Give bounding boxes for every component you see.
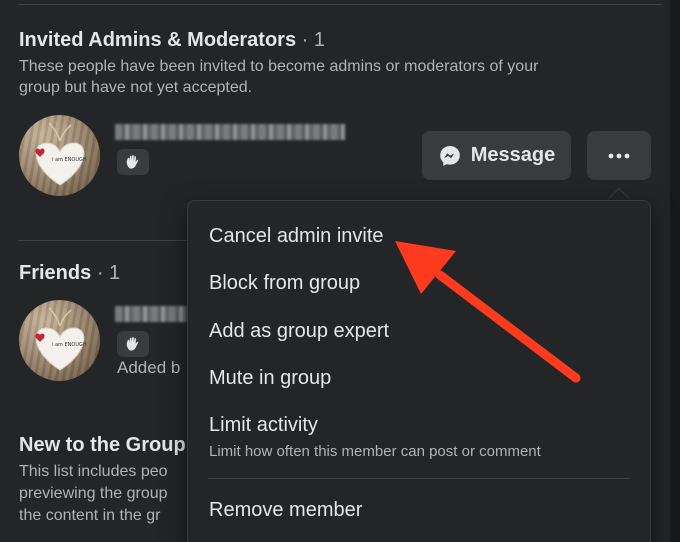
messenger-icon — [438, 144, 462, 168]
invited-description-line: group but have not yet accepted. — [19, 79, 253, 96]
heart-icon: i am ENOUGH — [35, 122, 87, 186]
invited-count: · 1 — [301, 29, 325, 51]
friends-count: · 1 — [96, 262, 121, 284]
new-description: This list includes peo previewing the gr… — [19, 461, 168, 527]
section-divider — [18, 240, 188, 241]
invited-section-title: Invited Admins & Moderators · 1 — [19, 29, 325, 52]
invited-title-text: Invited Admins & Moderators — [19, 29, 297, 51]
top-divider — [18, 4, 662, 5]
avatar-text: i am ENOUGH — [52, 157, 87, 163]
new-description-line: previewing the group — [19, 485, 168, 502]
menu-item-block-from-group[interactable]: Block from group — [209, 272, 360, 295]
more-options-button[interactable] — [587, 131, 651, 180]
friend-avatar[interactable]: i am ENOUGH — [19, 300, 100, 381]
avatar[interactable]: i am ENOUGH — [19, 115, 100, 196]
menu-item-mute-in-group[interactable]: Mute in group — [209, 367, 331, 390]
ellipsis-icon — [608, 153, 630, 158]
menu-divider — [208, 478, 630, 479]
friends-section-title: Friends · 1 — [19, 262, 120, 285]
avatar-text: i am ENOUGH — [52, 342, 87, 348]
menu-item-limit-activity-description: Limit how often this member can post or … — [209, 443, 541, 460]
invited-description-line: These people have been invited to become… — [19, 58, 539, 75]
menu-item-add-group-expert[interactable]: Add as group expert — [209, 320, 389, 343]
friend-badge — [117, 331, 149, 357]
menu-item-limit-activity[interactable]: Limit activity — [209, 414, 318, 437]
message-button-label: Message — [470, 144, 556, 166]
blurred-member-name[interactable] — [115, 124, 345, 140]
new-title-text: New to the Group — [19, 434, 186, 456]
wave-hand-icon — [126, 154, 139, 169]
wave-hand-icon — [126, 336, 139, 351]
menu-item-remove-member[interactable]: Remove member — [209, 499, 362, 522]
invited-description: These people have been invited to become… — [19, 56, 538, 98]
blurred-friend-name[interactable] — [115, 306, 187, 322]
menu-item-cancel-admin-invite[interactable]: Cancel admin invite — [209, 225, 384, 248]
friends-title-text: Friends — [19, 262, 92, 284]
new-section-title: New to the Group — [19, 434, 186, 457]
heart-icon: i am ENOUGH — [35, 307, 87, 371]
new-description-line: the content in the gr — [19, 507, 161, 524]
new-description-line: This list includes peo — [19, 463, 168, 480]
added-by-text: Added b — [117, 358, 181, 377]
member-options-menu: Cancel admin invite Block from group Add… — [187, 200, 651, 542]
member-badge — [117, 149, 149, 175]
message-button[interactable]: Message — [422, 131, 571, 180]
page-edge — [670, 0, 680, 542]
